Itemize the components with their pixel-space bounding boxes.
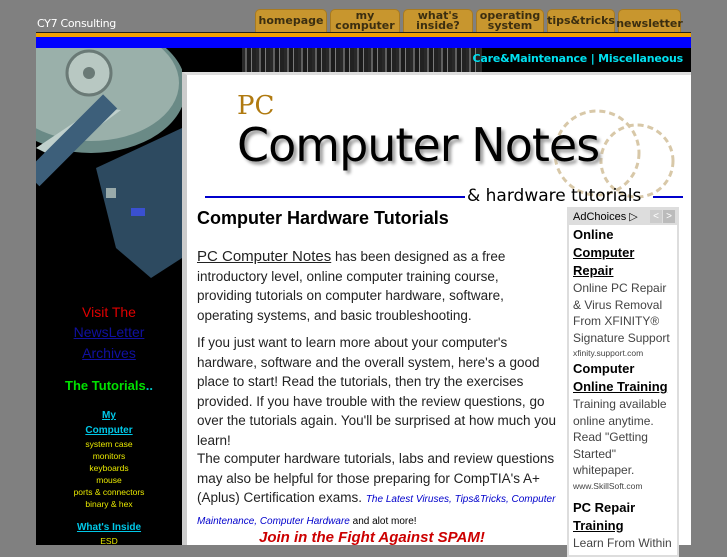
archives-link[interactable]: Archives — [82, 345, 136, 361]
adchoices-label[interactable]: AdChoices — [573, 211, 626, 223]
tab-label: homepage — [258, 14, 324, 27]
tab-label: newsletter — [616, 17, 683, 30]
sub-nav-bar: Care&Maintenance | Miscellaneous — [182, 48, 691, 72]
tutorial-list: My Computer system case monitors keyboar… — [36, 408, 182, 547]
logo-title: Computer Notes — [237, 118, 600, 172]
tutorial-link[interactable]: monitors — [36, 450, 182, 462]
tab-label: inside? — [416, 19, 460, 32]
hardware-hero-image — [36, 48, 182, 298]
circuit-board-banner — [242, 48, 482, 72]
tutorial-link[interactable]: system case — [36, 438, 182, 450]
ad-prev-button[interactable]: < — [650, 210, 662, 223]
tutorial-link[interactable]: mouse — [36, 474, 182, 486]
tab-label: computer — [335, 19, 395, 32]
logo-underline — [205, 196, 465, 198]
ad-title[interactable]: Online — [573, 226, 673, 244]
ad-text: Online PC Repair & Virus Removal From XF… — [573, 281, 670, 345]
site-logo: PC Computer Notes & hardware tutorials — [197, 85, 687, 206]
category-whats-inside[interactable]: What's Inside — [36, 520, 182, 535]
ad-arrows: < > — [650, 210, 675, 223]
tab-label: tips&tricks — [547, 14, 615, 27]
tab-tips-tricks[interactable]: tips&tricks — [547, 9, 615, 32]
ad-list: Online Computer Repair Online PC Repair … — [569, 225, 677, 552]
spam-banner[interactable]: Join in the Fight Against SPAM! — [259, 529, 485, 546]
ad-text: Training available online anytime. Read … — [573, 397, 667, 477]
right-margin — [691, 48, 727, 545]
site-name: CY7 Consulting — [37, 17, 116, 30]
page-title: Computer Hardware Tutorials — [197, 208, 449, 228]
ad-title-link[interactable]: Training — [573, 518, 624, 533]
logo-underline — [653, 196, 683, 198]
tutorials-heading: The Tutorials.. — [36, 378, 182, 393]
pc-computer-notes-link[interactable]: PC Computer Notes — [197, 248, 331, 265]
ad-title-link[interactable]: Online Training — [573, 379, 668, 394]
left-sidebar: Visit The NewsLetter Archives The Tutori… — [36, 48, 182, 547]
intro-paragraph: PC Computer Notes has been designed as a… — [197, 247, 557, 325]
main-nav-tabs: homepage my computer what's inside? operat… — [255, 9, 683, 33]
tab-newsletter[interactable]: newsletter — [616, 9, 683, 32]
tutorial-link[interactable]: ESD — [36, 535, 182, 547]
visit-the-label: Visit The — [82, 304, 136, 320]
ad-header: AdChoices ▷ < > — [569, 209, 677, 225]
tutorials-label: The Tutorials — [65, 378, 146, 393]
logo-subtitle: & hardware tutorials — [467, 186, 642, 206]
learn-paragraph: If you just want to learn more about you… — [197, 335, 557, 448]
tutorial-link[interactable]: binary & hex — [36, 498, 182, 510]
subnav-care-maintenance[interactable]: Care&Maintenance — [473, 52, 588, 65]
tab-homepage[interactable]: homepage — [255, 9, 327, 32]
tab-whats-inside[interactable]: what's inside? — [403, 9, 473, 32]
category-my-computer[interactable]: Computer — [36, 423, 182, 438]
ad-text: Learn From Within — [573, 535, 672, 550]
ad-title[interactable]: PC Repair — [573, 499, 673, 517]
ad-item[interactable]: PC Repair Training Learn From Within — [573, 499, 673, 552]
ad-next-button[interactable]: > — [663, 210, 675, 223]
newsletter-archives-link[interactable]: NewsLetter Archives — [36, 322, 182, 364]
ad-item[interactable]: Computer Online Training Training availa… — [573, 360, 673, 493]
main-content: PC Computer Notes & hardware tutorials C… — [182, 72, 691, 557]
ad-item[interactable]: Online Computer Repair Online PC Repair … — [573, 226, 673, 360]
subnav-separator: | — [590, 52, 595, 65]
ad-url[interactable]: xfinity.support.com — [573, 346, 673, 360]
ad-panel: AdChoices ▷ < > Online Computer Repair O… — [567, 207, 679, 557]
category-my-computer[interactable]: My — [36, 408, 182, 423]
ad-title-link[interactable]: Computer Repair — [573, 245, 634, 278]
ad-url[interactable]: www.SkillSoft.com — [573, 479, 673, 493]
certification-paragraph: The computer hardware tutorials, labs an… — [197, 449, 557, 531]
tab-label: system — [487, 19, 533, 32]
tab-my-computer[interactable]: my computer — [330, 9, 400, 32]
adchoices-icon[interactable]: ▷ — [629, 211, 637, 223]
newsletter-link[interactable]: NewsLetter — [74, 324, 145, 340]
sub-nav: Care&Maintenance | Miscellaneous — [473, 52, 684, 65]
tutorial-link[interactable]: keyboards — [36, 462, 182, 474]
subnav-miscellaneous[interactable]: Miscellaneous — [598, 52, 683, 65]
logo-pc: PC — [237, 91, 275, 121]
header-rule-blue — [36, 37, 691, 48]
tutorials-dots: .. — [145, 378, 153, 393]
tab-operating-system[interactable]: operating system — [476, 9, 544, 32]
ad-title[interactable]: Computer — [573, 360, 673, 378]
tutorial-link[interactable]: ports & connectors — [36, 486, 182, 498]
cert-tail: and alot more! — [349, 515, 417, 527]
